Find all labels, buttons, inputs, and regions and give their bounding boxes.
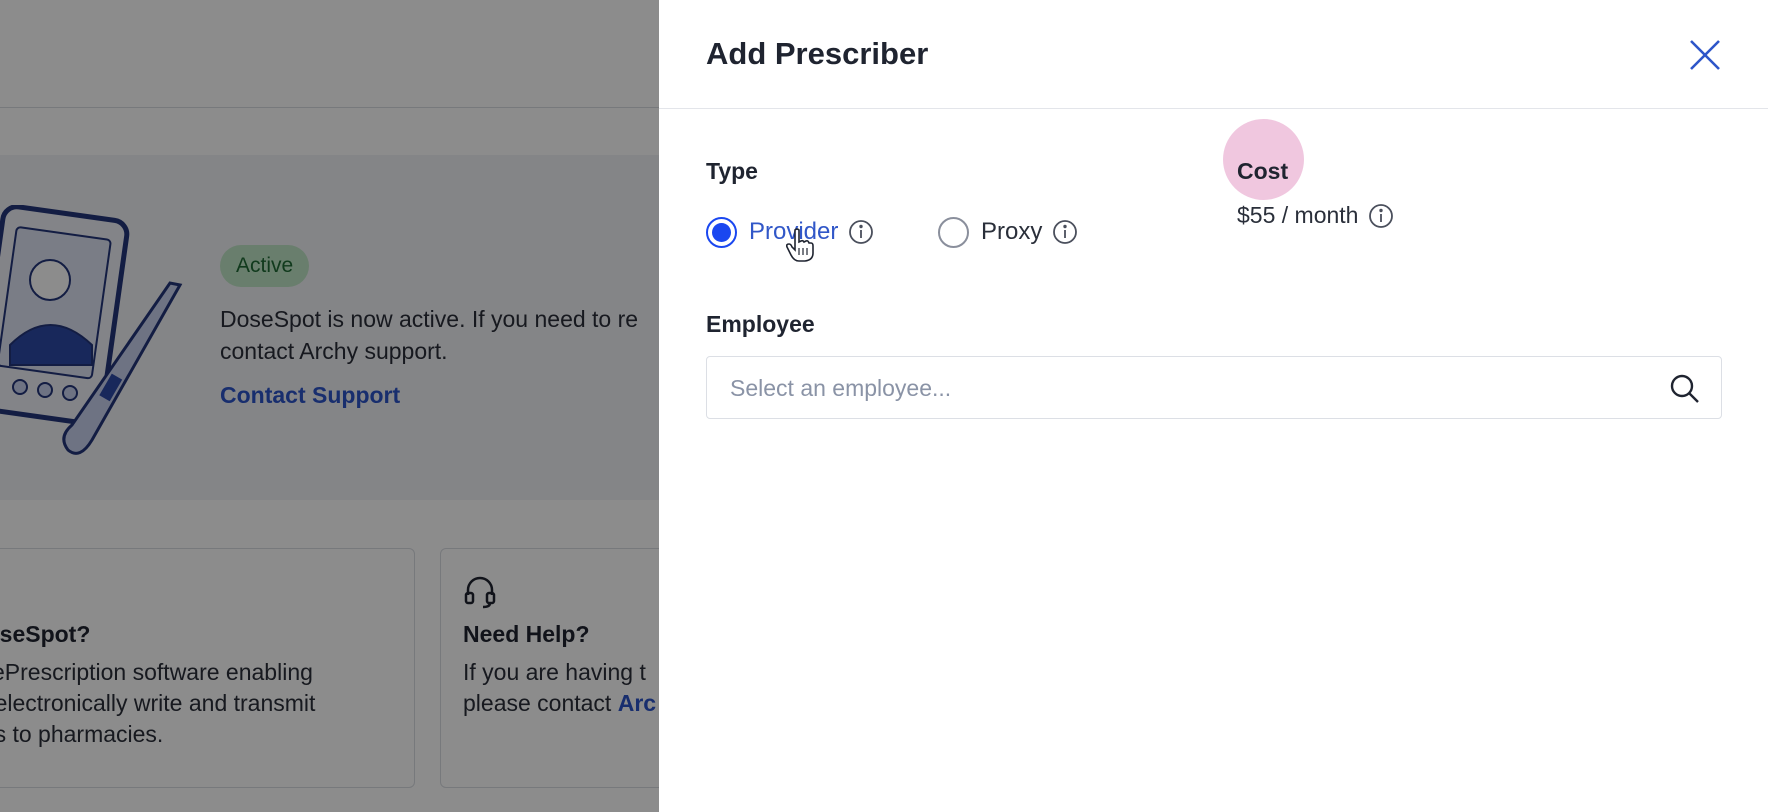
drawer-title: Add Prescriber — [706, 36, 929, 71]
close-icon[interactable] — [1688, 38, 1722, 72]
employee-search-input[interactable]: Select an employee... — [706, 356, 1722, 419]
info-icon[interactable] — [848, 219, 874, 245]
cost-amount: $55 / month — [1237, 202, 1359, 228]
employee-placeholder: Select an employee... — [730, 375, 952, 401]
cost-label: Cost — [1237, 158, 1289, 184]
cost-value: $55 / month — [1237, 202, 1394, 229]
employee-label: Employee — [706, 311, 815, 337]
provider-radio-button[interactable] — [706, 216, 737, 248]
drawer-header: Add Prescriber — [659, 0, 1768, 109]
radio-proxy[interactable]: Proxy — [938, 216, 1078, 248]
type-label: Type — [706, 158, 758, 184]
add-prescriber-drawer: Add Prescriber Type Provider Proxy Cost … — [659, 0, 1768, 812]
info-icon[interactable] — [1052, 219, 1078, 245]
proxy-radio-button[interactable] — [938, 216, 969, 248]
info-icon[interactable] — [1368, 203, 1394, 229]
search-icon[interactable] — [1669, 373, 1701, 405]
proxy-radio-label[interactable]: Proxy — [981, 218, 1042, 246]
hand-cursor-icon — [786, 228, 814, 262]
